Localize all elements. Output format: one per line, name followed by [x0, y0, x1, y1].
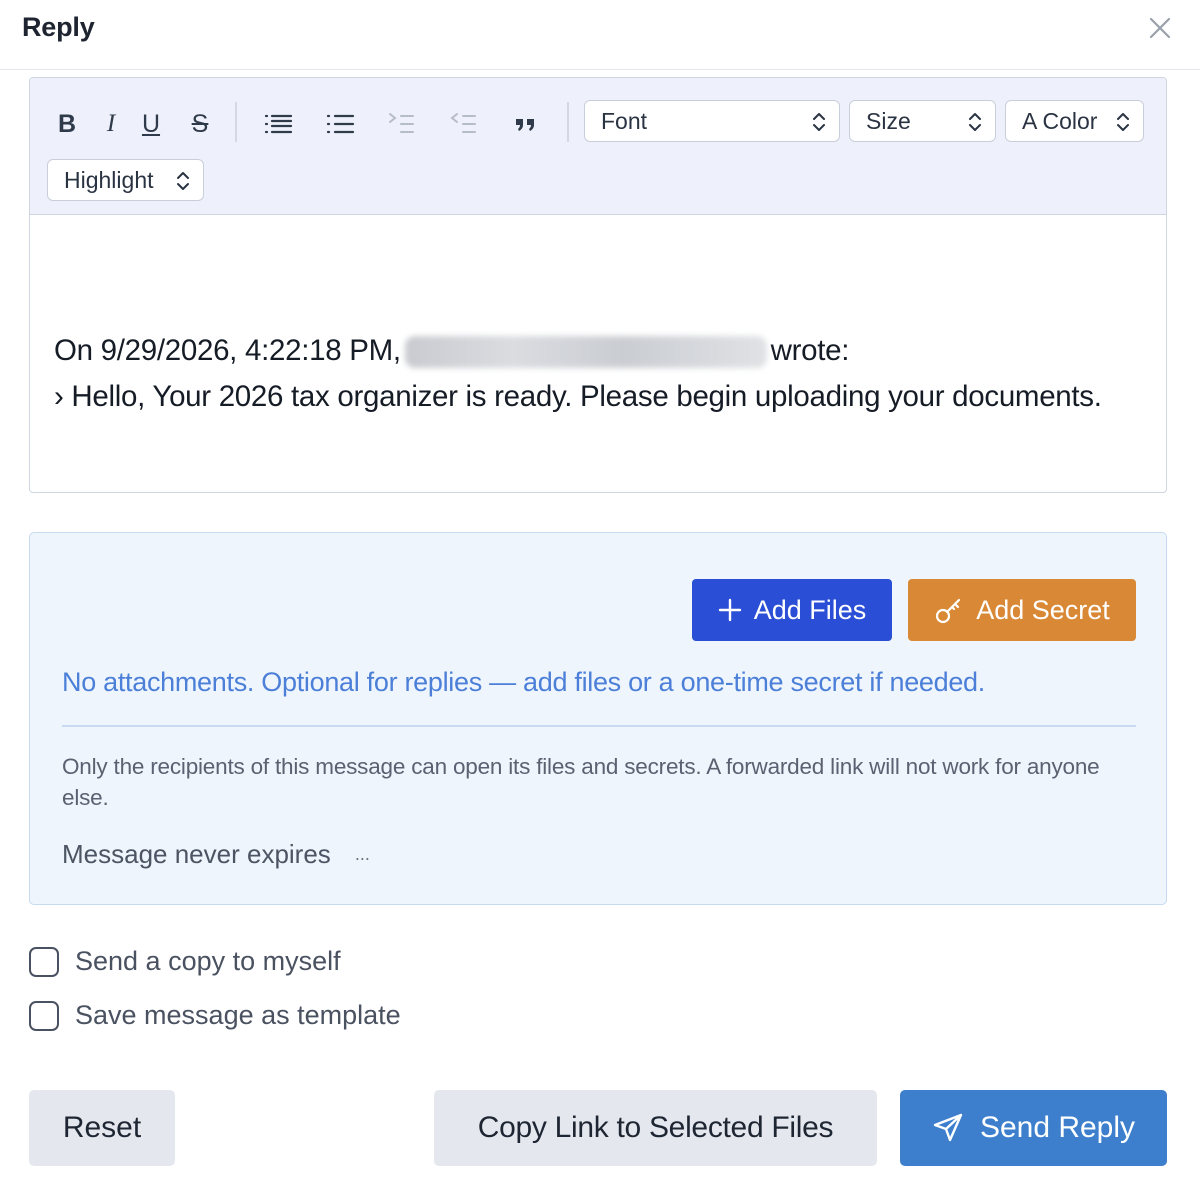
bullet-list-button[interactable] [320, 104, 360, 144]
redacted-email [404, 336, 767, 369]
indent-button[interactable] [382, 104, 422, 144]
add-files-label: Add Files [753, 594, 867, 625]
quote-body: › Hello, Your 2026 tax organizer is read… [54, 380, 1102, 413]
size-select-label: Size [866, 107, 911, 134]
strikethrough-button[interactable]: S [185, 104, 215, 144]
reset-label: Reset [62, 1111, 142, 1144]
close-button[interactable] [1144, 12, 1176, 44]
chevron-up-down-icon [1117, 113, 1129, 131]
close-icon [1149, 17, 1171, 39]
chevron-up-down-icon [969, 113, 981, 131]
size-select[interactable]: Size [849, 100, 996, 142]
send-copy-option[interactable]: Send a copy to myself [29, 946, 341, 977]
key-icon [936, 598, 961, 624]
outdent-button[interactable] [444, 104, 484, 144]
chevron-up-down-icon [813, 113, 825, 131]
send-copy-checkbox[interactable] [29, 946, 59, 977]
strikethrough-icon: S [191, 109, 209, 138]
bold-button[interactable]: B [52, 104, 82, 144]
attachments-panel: Add Files Add Secret No attachments. Opt… [29, 532, 1167, 905]
send-reply-button[interactable]: Send Reply [900, 1090, 1167, 1166]
security-note: Only the recipients of this message can … [62, 754, 1100, 810]
quote-header-suffix: wrote: [770, 334, 850, 367]
editor-toolbar: B I U S Font Size A Color Highlight [30, 78, 1166, 215]
copy-link-button[interactable]: Copy Link to Selected Files [434, 1090, 877, 1166]
ordered-list-icon [264, 114, 293, 134]
add-secret-button[interactable]: Add Secret [908, 579, 1136, 641]
font-select-label: Font [601, 107, 648, 134]
editor-content[interactable]: On 9/29/2026, 4:22:18 PM, wrote: › Hello… [54, 328, 1134, 420]
dialog-title: Reply [22, 12, 95, 42]
italic-button[interactable]: I [96, 104, 126, 144]
highlight-select[interactable]: Highlight [47, 159, 204, 201]
copy-link-label: Copy Link to Selected Files [477, 1111, 834, 1144]
bold-icon: B [57, 109, 77, 138]
expiry-text: Message never expires [62, 839, 331, 869]
outdent-icon [450, 113, 476, 133]
send-copy-label: Send a copy to myself [75, 946, 341, 976]
save-template-label: Save message as template [75, 1000, 401, 1030]
color-select-label: A Color [1022, 107, 1098, 134]
add-files-button[interactable]: Add Files [692, 579, 892, 641]
save-template-option[interactable]: Save message as template [29, 1000, 401, 1031]
no-attachments-text: No attachments. Optional for replies — a… [62, 667, 985, 697]
rich-text-editor: B I U S Font Size A Color Highlight On 9… [29, 77, 1167, 493]
expiry-row: Message never expires ... [62, 839, 370, 870]
font-select[interactable]: Font [584, 100, 840, 142]
plus-icon [718, 598, 741, 622]
dialog-header: Reply [0, 0, 1200, 70]
bullet-list-icon [326, 114, 355, 134]
quote-header-prefix: On 9/29/2026, 4:22:18 PM, [54, 334, 401, 367]
toolbar-separator [235, 102, 237, 142]
ordered-list-button[interactable] [258, 104, 298, 144]
blockquote-icon [516, 119, 534, 131]
send-reply-label: Send Reply [979, 1111, 1136, 1144]
add-secret-label: Add Secret [976, 594, 1110, 625]
send-icon [933, 1113, 963, 1142]
color-select[interactable]: A Color [1005, 100, 1144, 142]
divider [62, 725, 1136, 727]
highlight-select-label: Highlight [64, 166, 154, 193]
blockquote-button[interactable] [506, 104, 546, 144]
save-template-checkbox[interactable] [29, 1000, 59, 1031]
italic-icon: I [106, 110, 116, 137]
indent-icon [389, 113, 414, 133]
toolbar-separator [567, 102, 569, 142]
quote-header: On 9/29/2026, 4:22:18 PM, wrote: [54, 328, 1134, 374]
reset-button[interactable]: Reset [29, 1090, 175, 1166]
underline-icon: U [141, 109, 161, 138]
chevron-up-down-icon [177, 172, 189, 190]
expiry-more-button[interactable]: ... [355, 844, 370, 865]
underline-button[interactable]: U [136, 104, 166, 144]
